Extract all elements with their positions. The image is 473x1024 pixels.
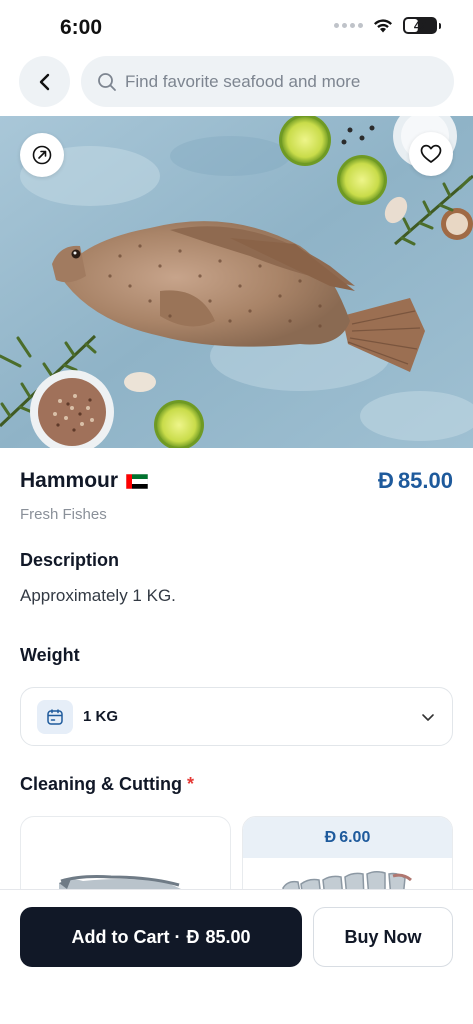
product-name: Hammour [20, 469, 119, 492]
favorite-button[interactable] [409, 132, 453, 176]
description-text: Approximately 1 KG. [20, 586, 176, 605]
status-indicators: 42 [334, 17, 441, 34]
battery-level: 42 [413, 18, 427, 33]
heart-icon [420, 144, 442, 163]
price-value: 85.00 [397, 468, 453, 493]
description-heading: Description [20, 550, 120, 570]
option-price-value: 6.00 [339, 828, 371, 846]
top-navigation [0, 56, 473, 108]
product-info: Hammour Đ 85.00 Fresh Fishes [20, 468, 453, 523]
add-to-cart-price: 85.00 [205, 926, 251, 947]
product-title: Hammour [20, 469, 149, 493]
option-price: Đ 6.00 [243, 817, 452, 858]
currency-symbol: Đ [378, 468, 394, 493]
cleaning-heading-text: Cleaning & Cutting [20, 774, 182, 794]
search-bar[interactable] [81, 56, 454, 107]
uae-flag-icon [126, 473, 149, 489]
status-time: 6:00 [60, 16, 103, 39]
cellular-signal-icon [334, 23, 363, 28]
weight-selected-value: 1 KG [83, 708, 119, 725]
cleaning-heading: Cleaning & Cutting * [20, 774, 194, 795]
product-category: Fresh Fishes [20, 506, 107, 523]
share-icon [32, 145, 52, 165]
add-to-cart-button[interactable]: Add to Cart · Đ 85.00 [20, 907, 302, 967]
hammour-fish-image [0, 116, 473, 448]
bottom-action-bar: Add to Cart · Đ 85.00 Buy Now [0, 889, 473, 1024]
buy-now-button[interactable]: Buy Now [313, 907, 453, 967]
weight-box-icon [37, 699, 73, 734]
currency-symbol: Đ [324, 828, 337, 846]
add-to-cart-label: Add to Cart · [71, 926, 181, 947]
status-bar: 6:00 42 [0, 0, 473, 54]
back-button[interactable] [19, 56, 70, 107]
calendar-box-icon [47, 708, 63, 725]
title-row: Hammour Đ 85.00 [20, 468, 453, 494]
product-image [0, 116, 473, 448]
battery-icon: 42 [403, 17, 441, 34]
required-mark: * [187, 774, 195, 794]
share-button[interactable] [20, 133, 64, 177]
product-price: Đ 85.00 [378, 468, 453, 494]
back-arrow-icon [39, 73, 49, 90]
currency-symbol: Đ [186, 926, 200, 947]
weight-heading: Weight [20, 645, 80, 665]
chevron-down-icon [422, 713, 434, 721]
wifi-icon [374, 19, 392, 33]
weight-dropdown[interactable]: 1 KG [20, 687, 453, 746]
search-input[interactable] [125, 71, 445, 92]
search-icon [98, 72, 116, 91]
